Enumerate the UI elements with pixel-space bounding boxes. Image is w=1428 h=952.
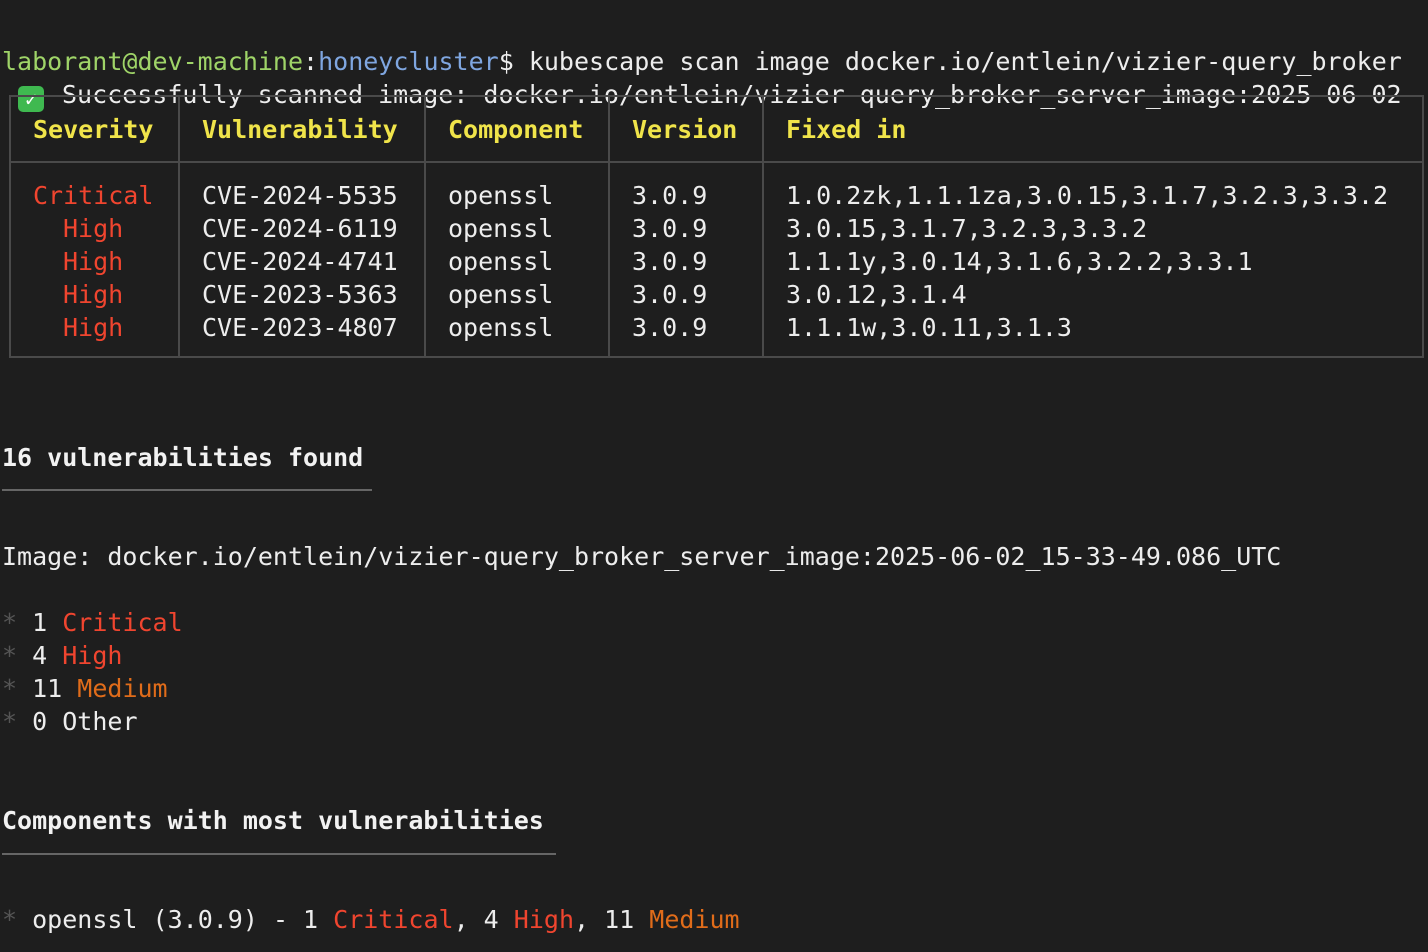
success-line: ✓ Successfully scanned image: docker.io/e…: [2, 45, 1402, 112]
table-divider: [762, 97, 764, 356]
count-high: * 4 High: [2, 639, 122, 672]
component-cell: openssl: [448, 313, 554, 342]
cve-cell: CVE-2023-5363: [202, 280, 398, 309]
vulnerability-table: Severity Vulnerability Component Version…: [9, 95, 1424, 358]
count-other: * 0 Other: [2, 705, 138, 738]
command-prompt-line: laborant@dev-machine:honeycluster$ kubes…: [2, 12, 1402, 76]
image-line: Image: docker.io/entlein/vizier-query_br…: [2, 542, 1282, 571]
version-cell: 3.0.9: [632, 247, 708, 276]
count-critical: * 1 Critical: [2, 606, 183, 639]
count-label: High: [62, 641, 123, 670]
component-cell: openssl: [448, 280, 554, 309]
bullet-star-icon: *: [2, 674, 18, 703]
components-title-underline: [2, 853, 556, 855]
count-label: Other: [62, 707, 138, 736]
count-label: Critical: [62, 608, 183, 637]
component-sep: , 11: [574, 905, 650, 934]
component-medium-label: Medium: [649, 905, 740, 934]
component-sep: , 4: [453, 905, 514, 934]
bullet-star-icon: *: [2, 641, 18, 670]
fixed-in-cell: 3.0.12,3.1.4: [786, 280, 967, 309]
header-vulnerability: Vulnerability: [202, 115, 398, 144]
version-cell: 3.0.9: [632, 214, 708, 243]
severity-cell: Critical: [33, 181, 154, 210]
version-cell: 3.0.9: [632, 280, 708, 309]
component-cell: openssl: [448, 181, 554, 210]
component-item: * openssl (3.0.9) - 1 Critical, 4 High, …: [2, 903, 740, 936]
version-cell: 3.0.9: [632, 313, 708, 342]
count-value: 4: [32, 641, 48, 670]
table-divider: [424, 97, 426, 356]
summary-title-underline: [2, 489, 372, 491]
component-high-label: High: [513, 905, 575, 934]
cve-cell: CVE-2024-6119: [202, 214, 398, 243]
version-cell: 3.0.9: [632, 181, 708, 210]
count-label: Medium: [77, 674, 168, 703]
bullet-star-icon: *: [2, 905, 18, 934]
cve-cell: CVE-2023-4807: [202, 313, 398, 342]
header-component: Component: [448, 115, 584, 144]
header-fixed-in: Fixed in: [786, 115, 907, 144]
severity-cell: High: [63, 280, 124, 309]
count-value: 1: [32, 608, 48, 637]
fixed-in-cell: 1.1.1w,3.0.11,3.1.3: [786, 313, 1072, 342]
count-value: 0: [32, 707, 48, 736]
severity-cell: High: [63, 313, 124, 342]
table-header-divider: [11, 161, 1422, 163]
count-medium: * 11 Medium: [2, 672, 168, 705]
cve-cell: CVE-2024-5535: [202, 181, 398, 210]
components-title: Components with most vulnerabilities: [2, 806, 544, 835]
severity-cell: High: [63, 247, 124, 276]
header-severity: Severity: [33, 115, 154, 144]
count-value: 11: [32, 674, 63, 703]
table-divider: [608, 97, 610, 356]
fixed-in-cell: 3.0.15,3.1.7,3.2.3,3.3.2: [786, 214, 1148, 243]
severity-cell: High: [63, 214, 124, 243]
component-item-prefix: openssl (3.0.9) - 1: [32, 905, 334, 934]
table-divider: [178, 97, 180, 356]
header-version: Version: [632, 115, 738, 144]
bullet-star-icon: *: [2, 707, 18, 736]
component-cell: openssl: [448, 214, 554, 243]
cve-cell: CVE-2024-4741: [202, 247, 398, 276]
fixed-in-cell: 1.1.1y,3.0.14,3.1.6,3.2.2,3.3.1: [786, 247, 1253, 276]
component-cell: openssl: [448, 247, 554, 276]
component-critical-label: Critical: [333, 905, 454, 934]
summary-title: 16 vulnerabilities found: [2, 443, 364, 472]
fixed-in-cell: 1.0.2zk,1.1.1za,3.0.15,3.1.7,3.2.3,3.3.2: [786, 181, 1389, 210]
bullet-star-icon: *: [2, 608, 18, 637]
